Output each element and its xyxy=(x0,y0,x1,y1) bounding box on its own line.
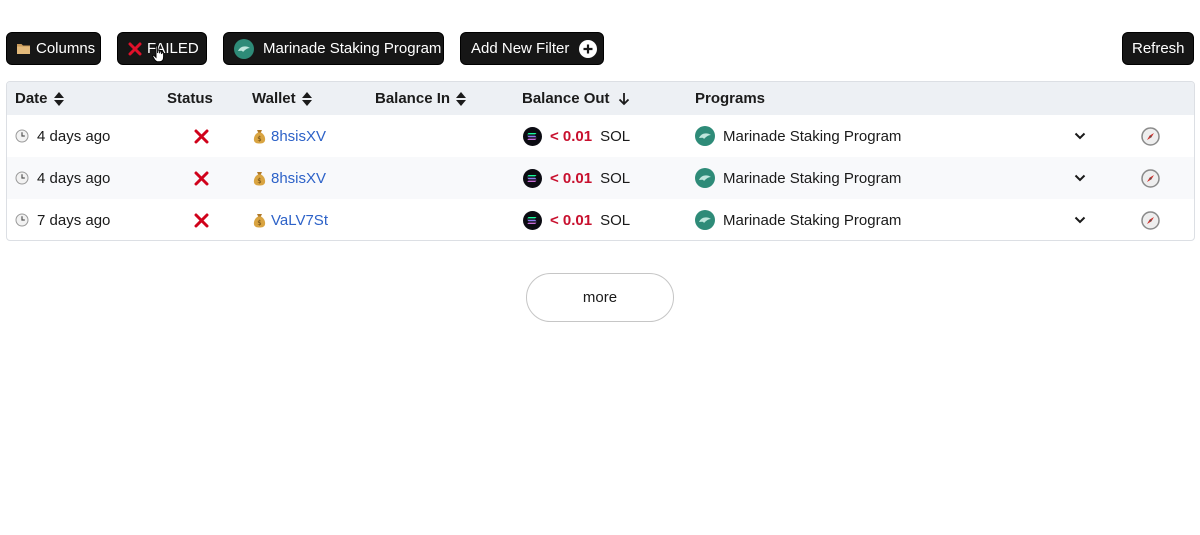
money-bag-icon: $ xyxy=(253,171,266,185)
program-filter-label: Marinade Staking Program xyxy=(263,40,442,57)
compass-icon xyxy=(1141,126,1160,146)
money-bag-icon: $ xyxy=(253,213,266,227)
expand-row-button[interactable] xyxy=(1074,199,1086,240)
marinade-logo-icon xyxy=(695,126,715,146)
program-cell: Marinade Staking Program xyxy=(695,157,901,199)
date-cell: 4 days ago xyxy=(15,115,110,157)
wallet-link[interactable]: 8hsisXV xyxy=(271,170,326,187)
sort-icon xyxy=(456,91,467,106)
table-row[interactable]: 7 days ago $ VaLV7St < 0.01 SOL Marinade… xyxy=(7,199,1194,240)
x-mark-icon xyxy=(194,129,209,143)
marinade-logo-icon xyxy=(695,210,715,230)
wallet-cell[interactable]: $ 8hsisXV xyxy=(253,157,326,199)
chevron-down-icon xyxy=(1074,174,1086,182)
columns-button-label: Columns xyxy=(36,40,96,57)
sort-icon xyxy=(301,91,312,106)
explorer-button[interactable] xyxy=(1141,199,1160,240)
hand-cursor-icon xyxy=(152,45,166,68)
clock-icon xyxy=(15,171,29,185)
compass-icon xyxy=(1141,168,1160,188)
add-filter-label: Add New Filter xyxy=(471,40,570,57)
solana-logo-icon xyxy=(523,168,542,188)
wallet-column-header[interactable]: Wallet xyxy=(252,82,312,115)
wallet-cell[interactable]: $ VaLV7St xyxy=(253,199,328,240)
table-row[interactable]: 4 days ago $ 8hsisXV < 0.01 SOL Marinade… xyxy=(7,157,1194,199)
date-cell: 7 days ago xyxy=(15,199,110,240)
x-mark-icon xyxy=(194,171,209,185)
columns-button[interactable]: Columns xyxy=(6,32,101,65)
marinade-logo-icon xyxy=(234,38,254,59)
more-button[interactable]: more xyxy=(526,273,674,322)
transactions-table: Date Status Wallet Balance In Balance Ou… xyxy=(6,81,1195,241)
status-failed-cell xyxy=(194,199,209,240)
svg-text:$: $ xyxy=(257,219,261,227)
table-header: Date Status Wallet Balance In Balance Ou… xyxy=(7,82,1194,115)
money-bag-icon: $ xyxy=(253,129,266,143)
sort-icon xyxy=(53,91,64,106)
program-cell: Marinade Staking Program xyxy=(695,115,901,157)
balance-in-column-header[interactable]: Balance In xyxy=(375,82,467,115)
table-row[interactable]: 4 days ago $ 8hsisXV < 0.01 SOL Marinade… xyxy=(7,115,1194,157)
programs-column-header: Programs xyxy=(695,90,766,107)
wallet-cell[interactable]: $ 8hsisXV xyxy=(253,115,326,157)
expand-row-button[interactable] xyxy=(1074,157,1086,199)
explorer-button[interactable] xyxy=(1141,157,1160,199)
sort-descending-icon xyxy=(618,92,629,105)
add-filter-button[interactable]: Add New Filter xyxy=(460,32,604,65)
balance-out-cell: < 0.01 SOL xyxy=(523,157,630,199)
balance-out-column-header[interactable]: Balance Out xyxy=(522,82,630,115)
solana-logo-icon xyxy=(523,126,542,146)
compass-icon xyxy=(1141,210,1160,230)
svg-text:$: $ xyxy=(257,135,261,143)
program-filter-button[interactable]: Marinade Staking Program xyxy=(223,32,444,65)
svg-text:$: $ xyxy=(257,177,261,185)
clock-icon xyxy=(15,213,29,227)
refresh-button[interactable]: Refresh xyxy=(1122,32,1194,65)
explorer-button[interactable] xyxy=(1141,115,1160,157)
program-cell: Marinade Staking Program xyxy=(695,199,901,240)
clock-icon xyxy=(15,129,29,143)
solana-logo-icon xyxy=(523,210,542,230)
date-cell: 4 days ago xyxy=(15,157,110,199)
status-failed-cell xyxy=(194,157,209,199)
expand-row-button[interactable] xyxy=(1074,115,1086,157)
status-failed-cell xyxy=(194,115,209,157)
x-mark-icon xyxy=(194,213,209,227)
chevron-down-icon xyxy=(1074,216,1086,224)
marinade-logo-icon xyxy=(695,168,715,188)
status-column-header: Status xyxy=(167,90,213,107)
wallet-link[interactable]: VaLV7St xyxy=(271,212,328,229)
x-mark-icon xyxy=(128,42,142,56)
plus-circle-icon xyxy=(579,39,598,58)
filter-toolbar: Columns FAILED Marinade Staking Program … xyxy=(6,32,1194,65)
chevron-down-icon xyxy=(1074,132,1086,140)
balance-out-cell: < 0.01 SOL xyxy=(523,199,630,240)
folder-icon xyxy=(16,42,31,55)
date-column-header[interactable]: Date xyxy=(15,82,64,115)
balance-out-cell: < 0.01 SOL xyxy=(523,115,630,157)
refresh-button-label: Refresh xyxy=(1132,40,1185,57)
wallet-link[interactable]: 8hsisXV xyxy=(271,128,326,145)
